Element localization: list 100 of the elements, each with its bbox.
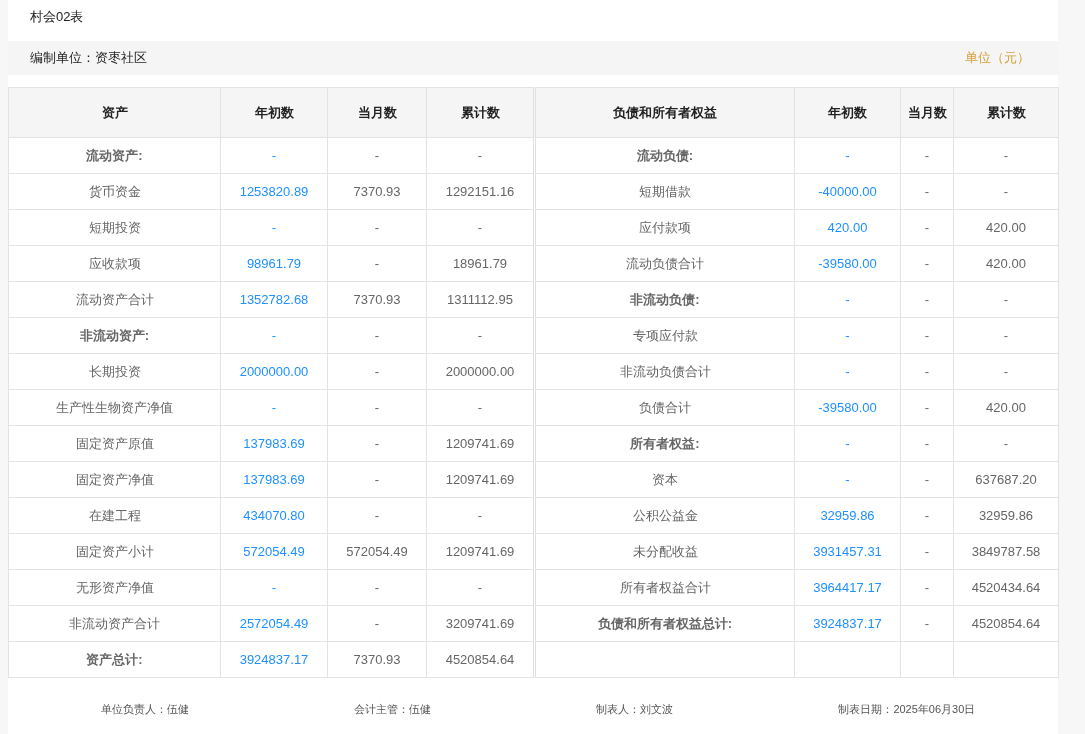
table-cell: - [327,389,427,426]
row-label: 无形资产净值 [8,569,221,606]
table-cell: - [220,569,328,606]
table-cell: 3931457.31 [794,533,901,570]
table-cell: 4520434.64 [953,569,1059,606]
table-cell: - [327,497,427,534]
table-cell: - [953,425,1059,462]
table-cell: -40000.00 [794,173,901,210]
row-label: 非流动资产: [8,317,221,354]
table-cell: 3924837.17 [794,605,901,642]
column-header: 年初数 [794,87,901,138]
table-cell: - [900,569,954,606]
table-cell: - [953,353,1059,390]
table-cell: - [327,569,427,606]
table-cell: - [900,389,954,426]
row-label: 资产总计: [8,641,221,678]
column-header: 年初数 [220,87,328,138]
table-cell: - [220,317,328,354]
table-cell: - [327,245,427,282]
table-cell: - [794,425,901,462]
table-cell: 98961.79 [220,245,328,282]
column-header: 资产 [8,87,221,138]
table-cell: - [794,353,901,390]
row-label: 所有者权益合计 [534,569,795,606]
table-cell: 3964417.17 [794,569,901,606]
table-cell: - [900,353,954,390]
footer-text: 单位负责人：伍健 [100,702,189,717]
row-label: 负债和所有者权益总计: [534,605,795,642]
footer-text: 制表日期：2025年06月30日 [838,702,976,717]
table-cell: - [220,209,328,246]
column-header: 当月数 [900,87,954,138]
row-label: 生产性生物资产净值 [8,389,221,426]
table-cell: 420.00 [794,209,901,246]
row-label: 流动资产: [8,137,221,174]
footer-text: 会计主管：伍健 [353,702,431,717]
table-cell: - [900,173,954,210]
table-cell: -39580.00 [794,245,901,282]
table-cell: - [900,281,954,318]
row-label: 非流动资产合计 [8,605,221,642]
table-cell: - [327,209,427,246]
report-title: 村会02表 [29,8,85,26]
table-cell: - [327,605,427,642]
table-cell: - [794,317,901,354]
column-header: 负债和所有者权益 [534,87,795,138]
table-cell: 3849787.58 [953,533,1059,570]
footer-text: 制表人：刘文波 [596,702,674,717]
row-label: 短期借款 [534,173,795,210]
row-label: 流动负债合计 [534,245,795,282]
row-label: 所有者权益: [534,425,795,462]
row-label: 流动负债: [534,137,795,174]
currency-note: 单位（元） [965,49,1030,67]
table-cell: 572054.49 [327,533,427,570]
table-cell: - [327,461,427,498]
table-cell: 137983.69 [220,425,328,462]
table-cell: 7370.93 [327,641,427,678]
column-header: 当月数 [327,87,427,138]
table-cell: - [900,245,954,282]
table-cell: - [953,317,1059,354]
row-label: 短期投资 [8,209,221,246]
table-cell: 637687.20 [953,461,1059,498]
table-cell: - [327,137,427,174]
unit-label: 编制单位：资枣社区 [30,49,147,67]
table-cell: - [953,281,1059,318]
table-cell: - [327,317,427,354]
table-cell: 2000000.00 [220,353,328,390]
table-cell: 1253820.89 [220,173,328,210]
table-cell: - [900,425,954,462]
table-cell: - [900,533,954,570]
row-label: 应付款项 [534,209,795,246]
table-cell: 1352782.68 [220,281,328,318]
table-cell: - [900,605,954,642]
table-cell: - [900,461,954,498]
table-cell: 4520854.64 [953,605,1059,642]
table-cell: 2572054.49 [220,605,328,642]
table-cell: - [953,137,1059,174]
table-cell: 32959.86 [794,497,901,534]
table-cell: - [900,209,954,246]
table-cell: - [900,317,954,354]
row-label: 固定资产净值 [8,461,221,498]
row-label: 在建工程 [8,497,221,534]
table-cell: - [900,137,954,174]
table-cell: - [327,353,427,390]
row-label: 流动资产合计 [8,281,221,318]
row-label: 公积公益金 [534,497,795,534]
table-cell: 420.00 [953,245,1059,282]
table-cell: - [327,425,427,462]
column-header: 累计数 [426,87,535,138]
row-label: 非流动负债合计 [534,353,795,390]
table-cell: - [220,137,328,174]
column-header: 累计数 [953,87,1059,138]
table-cell: -39580.00 [794,389,901,426]
table-cell: 7370.93 [327,173,427,210]
row-label: 非流动负债: [534,281,795,318]
row-label: 长期投资 [8,353,221,390]
row-label: 未分配收益 [534,533,795,570]
row-label: 固定资产小计 [8,533,221,570]
table-cell: - [794,137,901,174]
row-label: 专项应付款 [534,317,795,354]
table-cell: 32959.86 [953,497,1059,534]
table-cell: - [220,389,328,426]
